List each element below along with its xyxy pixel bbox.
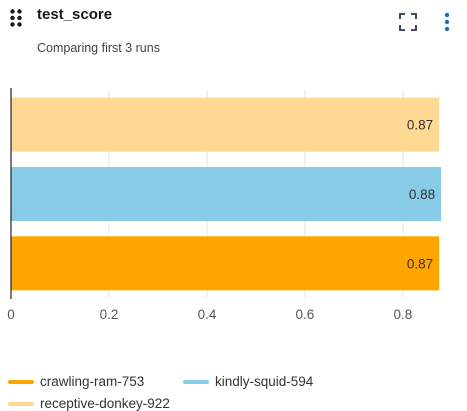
- bar-value-label: 0.87: [407, 118, 433, 133]
- legend-label: crawling-ram-753: [40, 374, 145, 389]
- legend-swatch: [8, 379, 34, 384]
- bar: [11, 97, 440, 152]
- bar: [11, 236, 440, 291]
- bar: [11, 166, 442, 222]
- drag-handle-icon[interactable]: [10, 9, 22, 27]
- x-tick-label: 0.4: [198, 307, 217, 322]
- chart-panel: 0.87 0.88 0.87 0 0.2 0.4 0.6 0.8 test_score Com…: [0, 0, 467, 411]
- panel-title: test_score: [37, 6, 113, 23]
- fullscreen-icon[interactable]: [397, 11, 419, 33]
- legend-swatch: [8, 401, 34, 406]
- x-tick-label: 0.6: [296, 307, 315, 322]
- x-tick-label: 0.2: [100, 307, 119, 322]
- legend-label: kindly-squid-594: [215, 374, 314, 389]
- x-tick-label: 0: [7, 307, 15, 322]
- legend-item[interactable]: kindly-squid-594: [183, 374, 313, 389]
- more-vertical-icon[interactable]: [440, 10, 454, 34]
- x-tick-label: 0.8: [394, 307, 413, 322]
- bar-value-label: 0.87: [407, 256, 433, 271]
- legend-label: receptive-donkey-922: [40, 396, 170, 411]
- bar-value-label: 0.88: [409, 187, 435, 202]
- panel-subtitle: Comparing first 3 runs: [37, 41, 160, 55]
- legend-swatch: [183, 379, 209, 384]
- legend-item[interactable]: receptive-donkey-922: [8, 396, 170, 411]
- legend-item[interactable]: crawling-ram-753: [8, 374, 144, 389]
